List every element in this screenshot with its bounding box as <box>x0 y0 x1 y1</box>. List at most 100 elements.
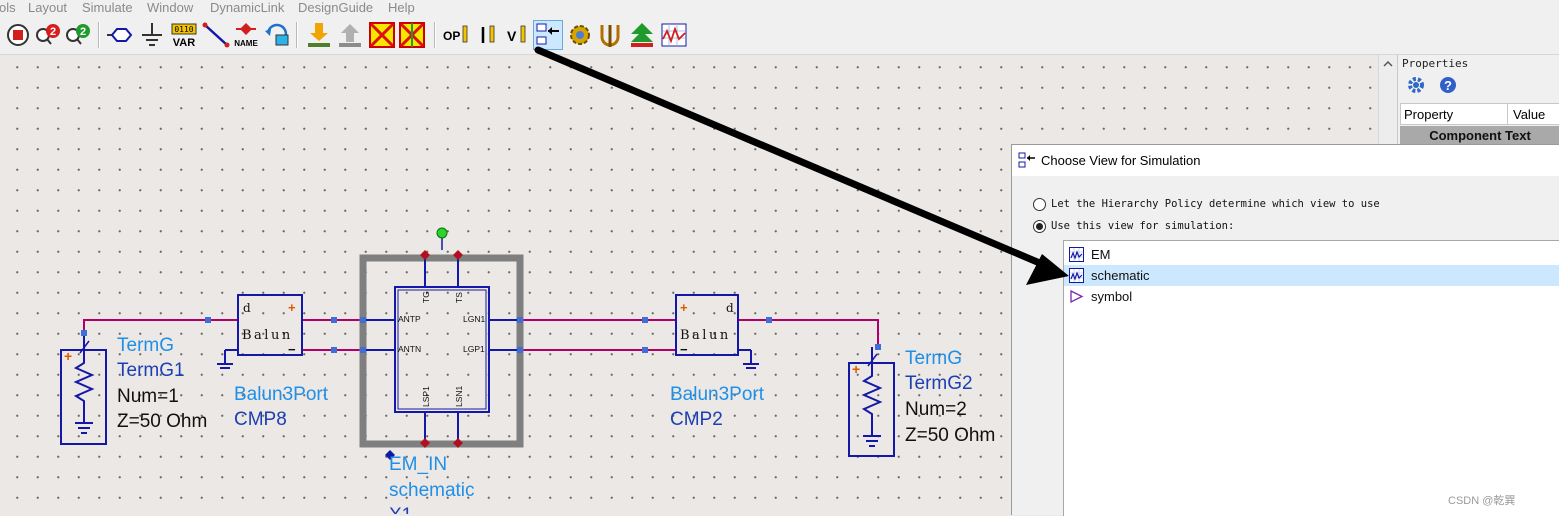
view-label-symbol: symbol <box>1091 289 1133 304</box>
termg2-name: TermG2 <box>905 373 973 394</box>
toolbar-separator <box>434 22 436 48</box>
optimize-icon[interactable] <box>628 21 656 49</box>
name-icon[interactable]: NAME <box>232 21 260 49</box>
toolbar-separator <box>98 22 100 48</box>
choose-view-icon <box>1018 152 1035 168</box>
op-label: OP <box>443 29 460 43</box>
svg-text:+: + <box>852 361 860 377</box>
scroll-up-icon[interactable] <box>1379 55 1397 73</box>
view-label-em: EM <box>1091 247 1111 262</box>
port-icon[interactable] <box>106 21 134 49</box>
upload-icon[interactable] <box>336 21 364 49</box>
menu-help[interactable]: Help <box>388 0 415 16</box>
svg-text:?: ? <box>1444 78 1452 93</box>
radio-hierarchy-policy[interactable] <box>1033 198 1046 211</box>
watermark: CSDN @乾巽 <box>1448 495 1516 507</box>
balun1-plus: + <box>288 300 296 315</box>
download-icon[interactable] <box>305 21 333 49</box>
svg-text:2: 2 <box>80 26 86 38</box>
em-type: EM_IN <box>389 454 447 475</box>
properties-group-component-text[interactable]: Component Text <box>1400 126 1559 146</box>
gear-icon[interactable] <box>1406 75 1426 95</box>
deactivate-icon[interactable] <box>368 21 396 49</box>
balun1-text: Balun <box>242 328 293 343</box>
wire-termg1-balun1[interactable] <box>83 319 238 334</box>
balun1-type: Balun3Port <box>234 384 329 405</box>
col-property[interactable]: Property <box>1404 107 1453 122</box>
tuning-icon[interactable] <box>566 21 594 49</box>
em-pin-lsp1: LSP1 <box>421 386 431 407</box>
em-pin-tg: TG <box>421 291 431 303</box>
list-item-symbol[interactable]: symbol <box>1064 286 1559 307</box>
view-label-schematic: schematic <box>1091 268 1150 283</box>
termg2-type: TermG <box>905 348 962 369</box>
menu-tools[interactable]: ols <box>0 0 16 16</box>
balun2-plus: + <box>680 300 688 315</box>
balun2-type: Balun3Port <box>670 384 765 405</box>
view-list[interactable]: EM schematic symbol <box>1063 240 1559 516</box>
option-use-this-view-label[interactable]: Use this view for simulation: <box>1051 220 1234 232</box>
em-pin-lsn1: LSN1 <box>454 385 464 407</box>
balun1-d: d <box>243 301 251 315</box>
menu-designguide[interactable]: DesignGuide <box>298 0 373 16</box>
schematic-view-icon <box>1069 268 1084 283</box>
rotate-icon[interactable] <box>263 21 291 49</box>
var-bits: 0110 <box>174 25 193 34</box>
em-pin-lgp1: LGP1 <box>463 344 485 354</box>
list-item-schematic[interactable]: schematic <box>1064 265 1559 286</box>
properties-title: Properties <box>1402 57 1469 70</box>
short-icon[interactable] <box>398 21 426 49</box>
display-component-icon[interactable] <box>4 21 32 49</box>
op-icon[interactable]: OP <box>442 21 470 49</box>
ground-icon[interactable] <box>138 21 166 49</box>
termg1-type: TermG <box>117 335 174 356</box>
col-value[interactable]: Value <box>1513 107 1545 122</box>
dialog-titlebar: Choose View for Simulation <box>1012 145 1559 176</box>
properties-header: Property Value <box>1400 103 1559 125</box>
balun1-name: CMP8 <box>234 409 287 430</box>
menu-simulate[interactable]: Simulate <box>82 0 133 16</box>
v-icon[interactable]: V <box>505 21 533 49</box>
name-label: NAME <box>234 39 258 48</box>
termg2-component[interactable]: + <box>848 344 895 457</box>
balun2-d: d <box>726 301 734 315</box>
em-pin-lgn1: LGN1 <box>463 314 485 324</box>
data-display-icon[interactable] <box>660 21 688 49</box>
toolbar-separator <box>296 22 298 48</box>
em-pin-antp: ANTP <box>398 314 421 324</box>
v-label: V <box>507 28 517 44</box>
toolbar: 2 2 0110 VAR NAME OP V <box>0 16 1559 55</box>
em-view-icon <box>1069 247 1084 262</box>
balun1-minus: − <box>288 342 296 357</box>
var-icon[interactable]: 0110 VAR <box>170 21 198 49</box>
balun2-minus: − <box>680 342 688 357</box>
dialog-title: Choose View for Simulation <box>1041 153 1201 168</box>
menu-layout[interactable]: Layout <box>28 0 67 16</box>
option-hierarchy-policy-label[interactable]: Let the Hierarchy Policy determine which… <box>1051 198 1380 210</box>
push-in-icon[interactable]: 2 <box>34 21 62 49</box>
termg1-name: TermG1 <box>117 360 185 381</box>
symbol-view-icon <box>1070 289 1084 304</box>
yield-icon[interactable] <box>596 21 624 49</box>
wire-balun2-termg2[interactable] <box>738 319 879 347</box>
termg1-component[interactable]: + <box>60 330 107 445</box>
em-pin-antn: ANTN <box>398 344 421 354</box>
svg-text:2: 2 <box>50 26 56 38</box>
menu-dynamiclink[interactable]: DynamicLink <box>210 0 284 16</box>
pop-out-icon[interactable]: 2 <box>64 21 92 49</box>
balun2-name: CMP2 <box>670 409 723 430</box>
termg2-num: Num=2 <box>905 399 967 420</box>
menu-bar: ols Layout Simulate Window DynamicLink D… <box>0 0 1559 16</box>
choose-view-icon[interactable] <box>533 20 563 50</box>
svg-text:+: + <box>64 348 72 364</box>
em-in-component[interactable] <box>359 227 524 460</box>
em-view: schematic <box>389 480 475 501</box>
balun2-text: Balun <box>680 328 731 343</box>
menu-window[interactable]: Window <box>147 0 193 16</box>
list-item-em[interactable]: EM <box>1064 244 1559 265</box>
i-icon[interactable] <box>474 21 502 49</box>
termg1-z: Z=50 Ohm <box>117 411 207 432</box>
radio-use-this-view[interactable] <box>1033 220 1046 233</box>
wire-icon[interactable] <box>202 21 230 49</box>
help-icon[interactable]: ? <box>1438 75 1458 95</box>
